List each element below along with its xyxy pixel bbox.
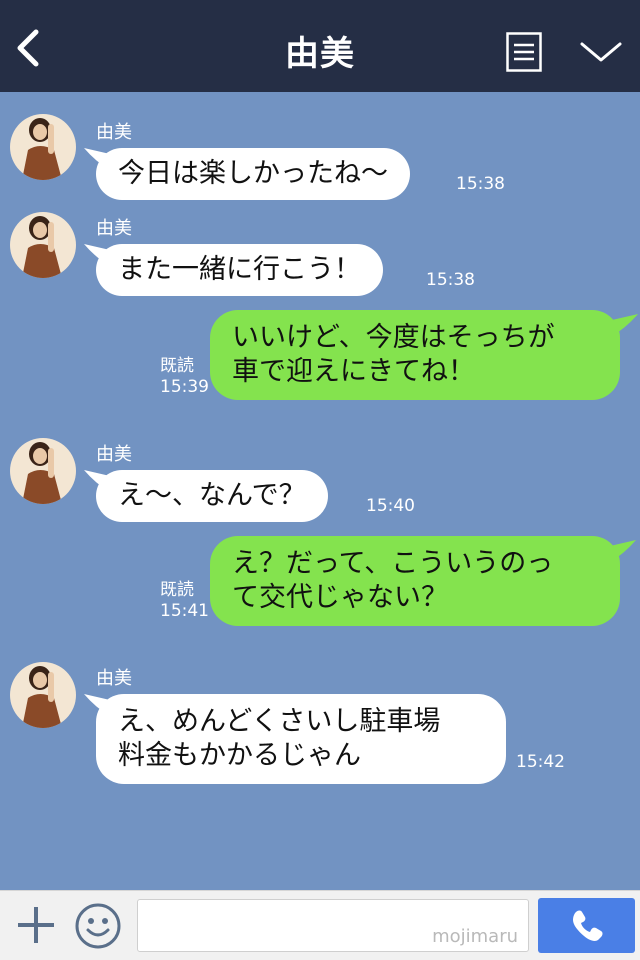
sender-name: 由美 bbox=[96, 444, 132, 465]
sender-name: 由美 bbox=[96, 218, 132, 239]
chat-title: 由美 bbox=[285, 34, 355, 74]
message-time: 15:38 bbox=[426, 270, 475, 290]
plus-icon[interactable] bbox=[14, 903, 58, 947]
message-read-meta: 既読 15:41 bbox=[160, 580, 209, 622]
menu-icon[interactable] bbox=[506, 32, 542, 72]
message-time: 15:39 bbox=[160, 377, 209, 397]
message-bubble-incoming[interactable]: え〜、なんで？ bbox=[96, 470, 328, 522]
avatar[interactable] bbox=[10, 212, 76, 278]
message-line: 車で迎えにきてね！ bbox=[232, 356, 475, 387]
message-line: え、めんどくさいし駐車場 bbox=[118, 706, 441, 737]
chat-area[interactable]: 由美 今日は楽しかったね〜 15:38 由美 また一緒に行こう！ 15:38 既… bbox=[0, 92, 640, 890]
message-line: え？だって、こういうのっ bbox=[232, 548, 554, 579]
message-line: え〜、なんで？ bbox=[118, 480, 306, 511]
chevron-down-icon[interactable] bbox=[578, 38, 624, 66]
message-line: 今日は楽しかったね〜 bbox=[118, 158, 388, 189]
phone-icon bbox=[573, 910, 603, 941]
avatar[interactable] bbox=[10, 114, 76, 180]
avatar[interactable] bbox=[10, 438, 76, 504]
message-time: 15:41 bbox=[160, 601, 209, 621]
message-bubble-incoming[interactable]: 今日は楽しかったね〜 bbox=[96, 148, 410, 200]
read-receipt: 既読 bbox=[160, 580, 194, 600]
message-bubble-outgoing[interactable]: え？だって、こういうのっ て交代じゃない？ bbox=[210, 536, 620, 626]
message-line: て交代じゃない？ bbox=[232, 582, 448, 613]
message-bubble-incoming[interactable]: え、めんどくさいし駐車場 料金もかかるじゃん bbox=[96, 694, 506, 784]
message-time: 15:42 bbox=[516, 752, 565, 772]
call-button[interactable] bbox=[538, 898, 635, 953]
message-read-meta: 既読 15:39 bbox=[160, 356, 209, 398]
input-bar: mojimaru bbox=[0, 890, 640, 960]
message-line: いいけど、今度はそっちが bbox=[232, 322, 555, 353]
message-line: 料金もかかるじゃん bbox=[118, 740, 361, 771]
message-line: また一緒に行こう！ bbox=[118, 254, 361, 285]
message-time: 15:38 bbox=[456, 174, 505, 194]
message-bubble-incoming[interactable]: また一緒に行こう！ bbox=[96, 244, 383, 296]
message-input[interactable]: mojimaru bbox=[137, 899, 529, 952]
read-receipt: 既読 bbox=[160, 356, 194, 376]
watermark-text: mojimaru bbox=[432, 926, 518, 947]
sender-name: 由美 bbox=[96, 122, 132, 143]
chat-header: 由美 bbox=[0, 0, 640, 92]
sender-name: 由美 bbox=[96, 668, 132, 689]
message-bubble-outgoing[interactable]: いいけど、今度はそっちが 車で迎えにきてね！ bbox=[210, 310, 620, 400]
smiley-icon[interactable] bbox=[74, 902, 122, 950]
message-time: 15:40 bbox=[366, 496, 415, 516]
avatar[interactable] bbox=[10, 662, 76, 728]
